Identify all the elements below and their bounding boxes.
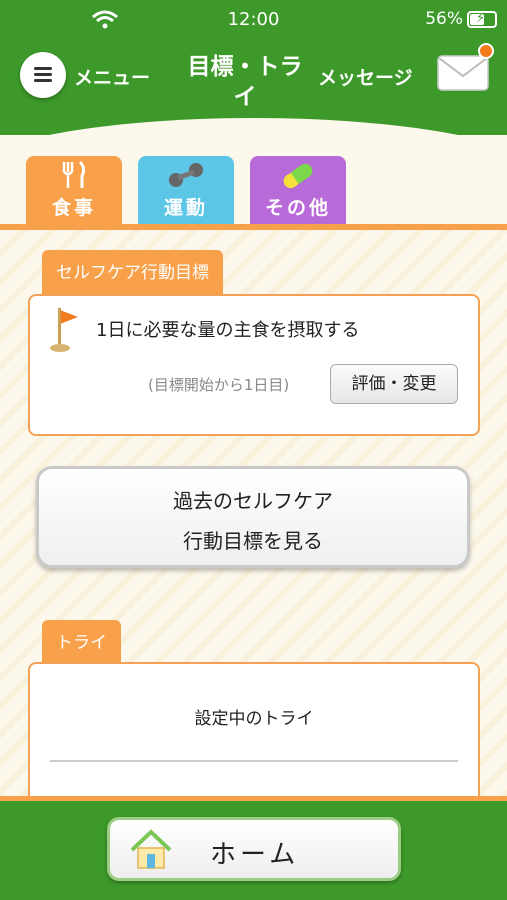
status-bar: 12:00 56% ⚡ [0,0,507,40]
battery-percent: 56% [425,9,463,29]
capsule-icon [283,163,313,189]
page-title: 目標・トライ [187,54,303,110]
tab-other-label: その他 [264,197,331,219]
current-try-heading: 設定中のトライ [194,709,314,729]
menu-button[interactable] [20,52,66,98]
selfcare-goal-card: 1日に必要な量の主食を摂取する (目標開始から1日目) 評価・変更 [28,294,480,436]
fork-knife-icon [62,160,86,188]
evaluate-change-button[interactable]: 評価・変更 [330,364,458,404]
selfcare-section-label: セルフケア行動目標 [42,250,223,296]
message-label[interactable]: メッセージ [318,63,413,90]
tab-exercise[interactable]: 運動 [138,156,234,225]
tab-exercise-label: 運動 [163,197,208,219]
tab-food[interactable]: 食事 [26,156,122,225]
try-divider [50,760,458,762]
dumbbell-icon [169,163,203,187]
app-header: 12:00 56% ⚡ メニュー 目標・トライ メッセージ [0,0,507,178]
flag-icon [50,308,78,352]
goal-duration: (目標開始から1日目) [148,376,290,394]
past-goals-line1: 過去のセルフケア [173,489,333,513]
tab-other[interactable]: その他 [250,156,346,225]
tab-food-label: 食事 [51,197,96,219]
menu-label[interactable]: メニュー [74,63,150,90]
house-icon [130,829,172,869]
past-goals-button[interactable]: 過去のセルフケア 行動目標を見る [36,466,470,568]
try-section-label: トライ [42,620,121,664]
selfcare-goal-text: 1日に必要な量の主食を摂取する [96,320,360,341]
battery-icon: ⚡ [467,11,497,28]
notification-badge [478,43,494,59]
home-label: ホーム [210,840,300,870]
past-goals-line2: 行動目標を見る [183,529,323,553]
home-button[interactable]: ホーム [107,817,401,881]
